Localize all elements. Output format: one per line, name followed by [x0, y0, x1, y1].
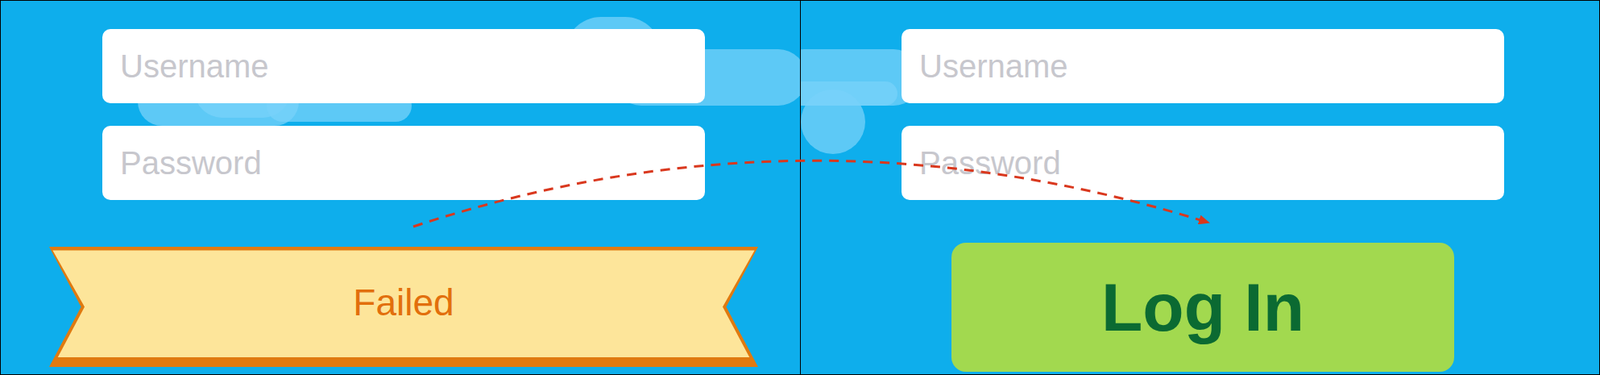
failed-banner: Failed: [49, 246, 759, 367]
password-field[interactable]: [901, 125, 1505, 200]
username-field[interactable]: [102, 29, 705, 104]
login-button[interactable]: Log In: [951, 242, 1455, 372]
username-field[interactable]: [901, 29, 1505, 104]
login-panel: Failed: [0, 0, 800, 374]
cloud: [800, 81, 898, 106]
banner-label: Failed: [49, 246, 759, 367]
login-panel: Log In: [800, 0, 1600, 374]
comparison: Failed Log In: [0, 0, 1600, 374]
password-field[interactable]: [102, 125, 705, 200]
